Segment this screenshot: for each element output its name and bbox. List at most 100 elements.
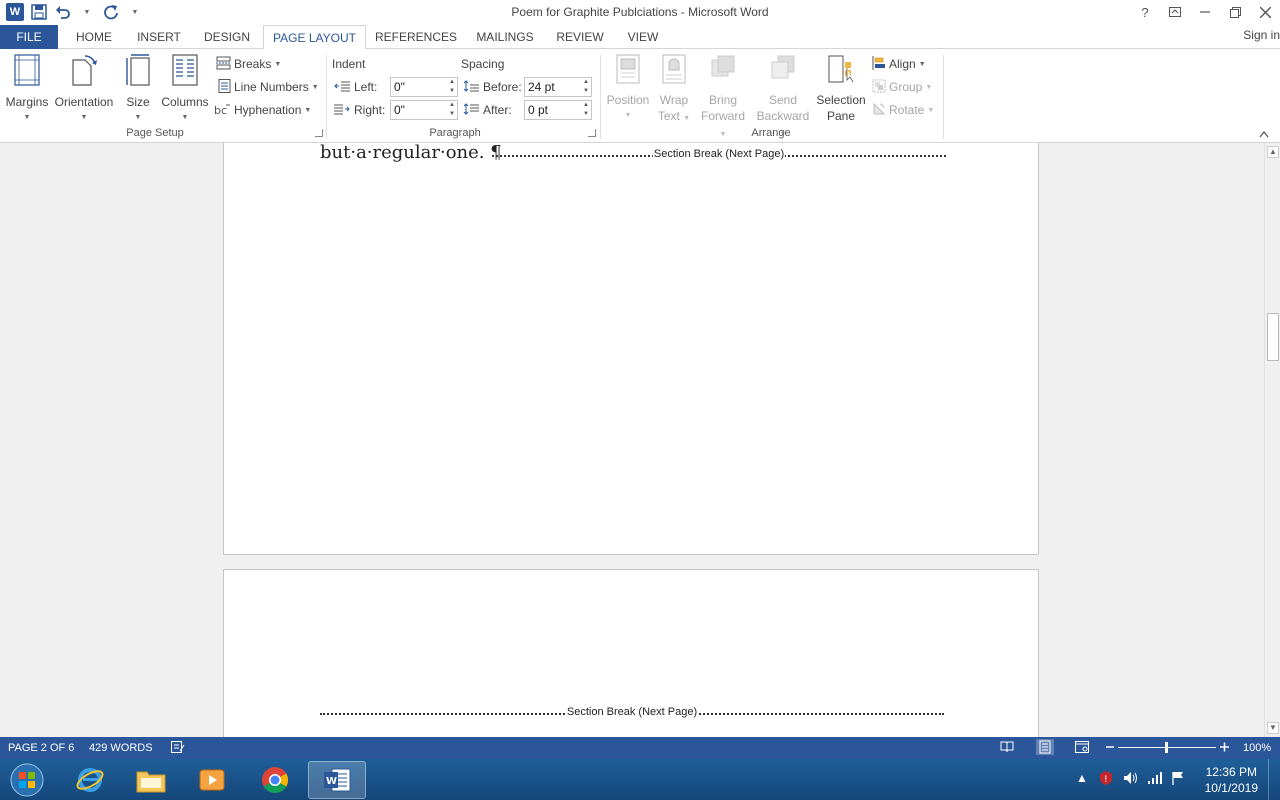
chrome-icon[interactable]: [251, 761, 299, 799]
ribbon-tabs: FILE HOME INSERT DESIGN PAGE LAYOUT REFE…: [0, 25, 1280, 50]
page-2[interactable]: Section Break (Next Page): [223, 569, 1039, 737]
rotate-button[interactable]: Rotate ▼: [872, 101, 934, 119]
tab-mailings[interactable]: MAILINGS: [468, 25, 542, 49]
tab-references[interactable]: REFERENCES: [372, 25, 460, 49]
spinner-arrows-icon[interactable]: ▲ ▼: [583, 78, 589, 96]
internet-explorer-icon[interactable]: [66, 761, 114, 799]
chevron-down-icon: ▼: [181, 114, 189, 121]
send-backward-label-line1: Send: [768, 93, 798, 107]
sign-in-link[interactable]: Sign in: [1243, 28, 1280, 42]
show-hidden-icons-icon[interactable]: ▲: [1076, 771, 1088, 785]
save-icon[interactable]: [30, 2, 48, 22]
tab-insert[interactable]: INSERT: [130, 25, 188, 49]
start-button-icon[interactable]: [4, 761, 50, 799]
action-center-flag-icon[interactable]: [1171, 771, 1185, 788]
word-taskbar-icon[interactable]: W: [308, 761, 366, 799]
tab-home[interactable]: HOME: [66, 25, 122, 49]
wrap-text-button[interactable]: Wrap Text ▼: [654, 54, 694, 127]
spacing-after-icon: [463, 103, 479, 120]
print-layout-icon[interactable]: [1036, 739, 1054, 755]
close-icon[interactable]: [1250, 0, 1280, 24]
spinner-arrows-icon[interactable]: ▲ ▼: [449, 78, 455, 96]
chevron-down-icon: ▼: [134, 114, 142, 121]
zoom-slider-thumb[interactable]: [1165, 742, 1168, 753]
align-button[interactable]: Align ▼: [872, 55, 926, 73]
margins-button[interactable]: Margins ▼: [4, 54, 50, 126]
breaks-icon: [216, 56, 231, 73]
spacing-before-value: 24 pt: [528, 80, 555, 94]
position-button[interactable]: Position ▼: [604, 54, 652, 124]
zoom-level[interactable]: 100%: [1243, 742, 1271, 754]
tab-review[interactable]: REVIEW: [550, 25, 610, 49]
paragraph-dialog-launcher-icon[interactable]: [588, 129, 596, 137]
page-setup-dialog-launcher-icon[interactable]: [315, 129, 323, 137]
tab-file[interactable]: FILE: [0, 25, 58, 49]
orientation-button[interactable]: Orientation ▼: [52, 54, 116, 126]
help-icon[interactable]: ?: [1130, 0, 1160, 24]
undo-icon[interactable]: [54, 2, 72, 22]
selection-pane-button[interactable]: Selection Pane: [814, 54, 868, 124]
spacing-after-field[interactable]: 0 pt ▲ ▼: [524, 100, 592, 120]
wrap-text-label-line2: Text ▼: [657, 109, 691, 123]
margins-label: Margins: [5, 95, 49, 109]
word-app-icon[interactable]: W: [6, 3, 24, 21]
page-count[interactable]: PAGE 2 OF 6: [8, 742, 74, 754]
media-player-icon[interactable]: [188, 761, 236, 799]
spacing-before-icon: [463, 80, 479, 97]
show-desktop-button[interactable]: [1268, 759, 1280, 800]
breaks-button[interactable]: Breaks ▼: [216, 55, 281, 73]
taskbar-clock[interactable]: 12:36 PM 10/1/2019: [1205, 764, 1258, 796]
word-count[interactable]: 429 WORDS: [89, 742, 153, 754]
taskbar: W ▲ ! 12:36 PM 10/1/2019: [0, 759, 1280, 800]
spinner-arrows-icon[interactable]: ▲ ▼: [449, 101, 455, 119]
group-divider: [943, 55, 944, 139]
size-button[interactable]: Size ▼: [120, 54, 156, 126]
columns-button[interactable]: Columns ▼: [158, 54, 212, 126]
section-break-label: Section Break (Next Page): [652, 148, 786, 160]
orientation-icon: [52, 54, 116, 90]
align-label: Align: [889, 57, 916, 71]
spacing-after-value: 0 pt: [528, 103, 549, 117]
hyphenation-button[interactable]: bc Hyphenation ▼: [214, 101, 311, 119]
network-signal-icon[interactable]: [1147, 771, 1163, 788]
indent-right-field[interactable]: 0" ▲ ▼: [390, 100, 458, 120]
collapse-ribbon-icon[interactable]: [1259, 127, 1269, 141]
customize-qat-icon[interactable]: ▼: [126, 2, 144, 22]
security-alert-icon[interactable]: !: [1098, 770, 1114, 789]
window-title: Poem for Graphite Publciations - Microso…: [511, 5, 769, 19]
scroll-down-icon[interactable]: ▼: [1267, 722, 1279, 734]
repeat-icon[interactable]: [102, 2, 120, 22]
rotate-label: Rotate: [889, 103, 925, 117]
scroll-up-icon[interactable]: ▲: [1267, 146, 1279, 158]
web-layout-icon[interactable]: [1075, 741, 1089, 756]
line-numbers-button[interactable]: Line Numbers ▼: [216, 78, 319, 96]
indent-left-field[interactable]: 0" ▲ ▼: [390, 77, 458, 97]
svg-text:bc: bc: [214, 104, 227, 116]
minimize-icon[interactable]: [1190, 0, 1220, 24]
chevron-down-icon: ▼: [311, 83, 319, 91]
restore-icon[interactable]: [1220, 0, 1250, 24]
scroll-thumb[interactable]: [1267, 313, 1279, 361]
group-button[interactable]: Group ▼: [872, 78, 932, 96]
chevron-down-icon: ▼: [80, 114, 88, 121]
tab-view[interactable]: VIEW: [618, 25, 668, 49]
read-mode-icon[interactable]: [1000, 741, 1014, 756]
ribbon-display-options-icon[interactable]: [1160, 0, 1190, 24]
undo-dropdown-icon[interactable]: ▼: [78, 2, 96, 22]
zoom-out-icon[interactable]: [1106, 740, 1114, 757]
zoom-in-icon[interactable]: [1220, 740, 1229, 757]
vertical-scrollbar[interactable]: ▲ ▼: [1264, 143, 1280, 737]
proofing-icon[interactable]: [171, 741, 185, 756]
spacing-before-field[interactable]: 24 pt ▲ ▼: [524, 77, 592, 97]
tab-page-layout[interactable]: PAGE LAYOUT: [263, 25, 366, 50]
tab-design[interactable]: DESIGN: [196, 25, 258, 49]
line-numbers-icon: [216, 78, 231, 96]
selection-pane-label-line2: Pane: [826, 109, 856, 123]
file-explorer-icon[interactable]: [127, 761, 175, 799]
selection-pane-label-line1: Selection: [816, 93, 866, 107]
spinner-arrows-icon[interactable]: ▲ ▼: [583, 101, 589, 119]
document-text-line[interactable]: but·a·regular·one. ¶: [320, 143, 502, 163]
document-area[interactable]: but·a·regular·one. ¶ Section Break (Next…: [0, 143, 1264, 737]
volume-icon[interactable]: [1123, 771, 1139, 788]
page-1[interactable]: but·a·regular·one. ¶ Section Break (Next…: [223, 143, 1039, 555]
